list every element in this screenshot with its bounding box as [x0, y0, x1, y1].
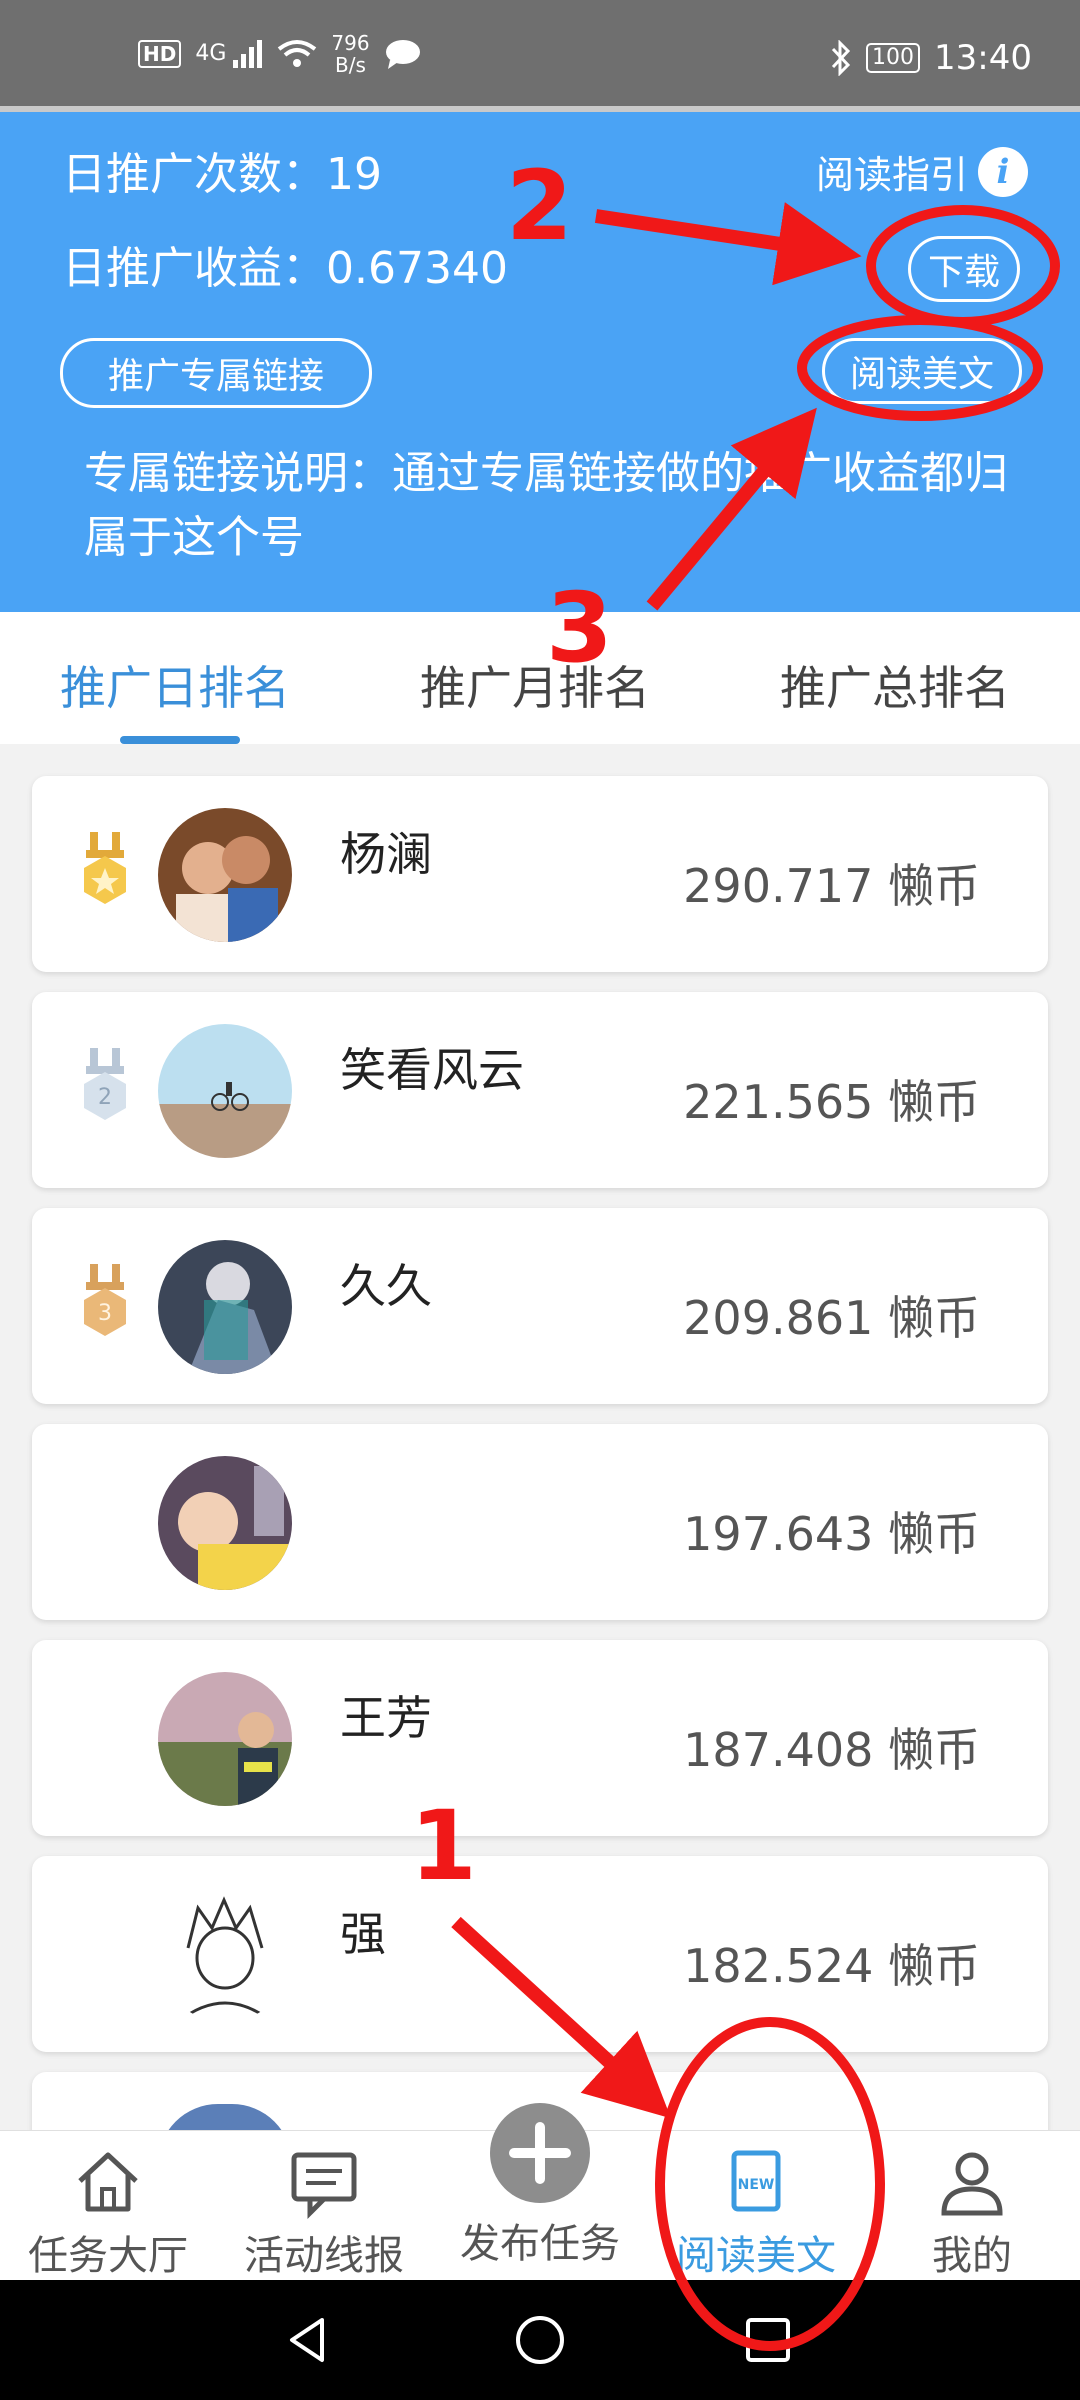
ranking-row[interactable]: 强 182.524 懒币: [32, 1856, 1048, 2052]
message-icon: [291, 2152, 357, 2220]
user-score: 187.408 懒币: [683, 1723, 980, 1777]
network-type: 4G: [195, 41, 227, 66]
nav-label: 活动线报: [244, 2233, 404, 2279]
nav-read-articles[interactable]: NEW 阅读美文: [648, 2131, 864, 2281]
nav-task-hall[interactable]: 任务大厅: [0, 2131, 216, 2281]
nav-label: 我的: [932, 2233, 1012, 2279]
bottom-nav: 任务大厅 活动线报 发布任务 NEW 阅读美文 我的: [0, 2103, 1080, 2281]
time: 13:40: [934, 38, 1032, 78]
user-score: 197.643 懒币: [683, 1507, 980, 1561]
user-name: 杨澜: [340, 827, 432, 881]
new-badge: NEW: [738, 2177, 775, 2193]
read-article-button[interactable]: 阅读美文: [822, 338, 1022, 404]
ranking-tabs: 推广日排名 推广月排名 推广总排名: [0, 612, 1080, 744]
tab-monthly-ranking[interactable]: 推广月排名: [420, 652, 650, 718]
avatar: [158, 1024, 292, 1158]
tab-total-ranking[interactable]: 推广总排名: [780, 652, 1010, 718]
home-icon: [78, 2152, 138, 2212]
user-score: 290.717 懒币: [683, 859, 980, 913]
user-score: 221.565 懒币: [683, 1075, 980, 1129]
avatar: [158, 1240, 292, 1374]
daily-income: 日推广收益：0.67340: [62, 243, 508, 294]
avatar: [158, 808, 292, 942]
active-tab-indicator: [120, 736, 240, 744]
recent-apps-icon[interactable]: [744, 2316, 792, 2364]
nav-publish-task[interactable]: 发布任务: [432, 2103, 648, 2281]
nav-label: 阅读美文: [676, 2233, 836, 2279]
download-button[interactable]: 下载: [908, 236, 1020, 302]
hd-icon: HD: [138, 40, 182, 68]
user-name: 强: [340, 1907, 386, 1961]
tab-daily-ranking[interactable]: 推广日排名: [60, 652, 290, 718]
bluetooth-icon: [831, 40, 851, 76]
annotation-number-2: 2: [506, 150, 573, 262]
battery-icon: 100: [866, 43, 921, 73]
ranking-row[interactable]: 杨澜 290.717 懒币: [32, 776, 1048, 972]
info-icon: i: [978, 146, 1028, 197]
silver-medal-icon: 2: [84, 1048, 126, 1120]
user-name: 王芳: [340, 1691, 432, 1745]
reading-guide-label: 阅读指引: [815, 153, 968, 197]
status-bar: HD 4G 796 B/s 100 13:40: [0, 0, 1080, 112]
chat-icon: [385, 40, 420, 69]
gold-medal-icon: [84, 832, 126, 904]
avatar: [158, 1888, 292, 2022]
link-description: 专属链接说明：通过专属链接做的推广收益都归属于这个号: [84, 448, 1008, 563]
user-name: 笑看风云: [340, 1043, 524, 1097]
ranking-row[interactable]: 3 久久 209.861 懒币: [32, 1208, 1048, 1404]
reading-guide[interactable]: 阅读指引 i: [816, 144, 1028, 199]
net-speed: 796 B/s: [331, 31, 370, 77]
annotation-number-1: 1: [410, 1790, 477, 1902]
user-icon: [941, 2152, 1003, 2216]
ranking-row[interactable]: 2 笑看风云 221.565 懒币: [32, 992, 1048, 1188]
bronze-medal-icon: 3: [84, 1264, 126, 1336]
home-button-icon[interactable]: [514, 2314, 566, 2366]
ranking-row[interactable]: 197.643 懒币: [32, 1424, 1048, 1620]
user-score: 182.524 懒币: [683, 1939, 980, 1993]
nav-profile[interactable]: 我的: [864, 2131, 1080, 2281]
wifi-icon: [278, 40, 317, 67]
promo-link-button[interactable]: 推广专属链接: [60, 338, 372, 408]
back-icon[interactable]: [282, 2314, 334, 2366]
annotation-number-3: 3: [546, 572, 613, 684]
ranking-row[interactable]: 王芳 187.408 懒币: [32, 1640, 1048, 1836]
user-name: 久久: [340, 1259, 432, 1313]
avatar: [158, 1456, 292, 1590]
daily-count: 日推广次数：19: [62, 149, 382, 200]
nav-label: 任务大厅: [28, 2233, 188, 2279]
plus-icon: [490, 2103, 590, 2203]
user-score: 209.861 懒币: [683, 1291, 980, 1345]
signal-icon: 4G: [195, 40, 263, 68]
avatar: [158, 1672, 292, 1806]
new-icon: NEW: [731, 2150, 781, 2212]
nav-activity-news[interactable]: 活动线报: [216, 2131, 432, 2281]
medal-rank-text: 3: [98, 1301, 112, 1326]
nav-label: 发布任务: [460, 2221, 620, 2267]
system-nav-bar: [0, 2280, 1080, 2400]
medal-rank-text: 2: [98, 1085, 112, 1110]
